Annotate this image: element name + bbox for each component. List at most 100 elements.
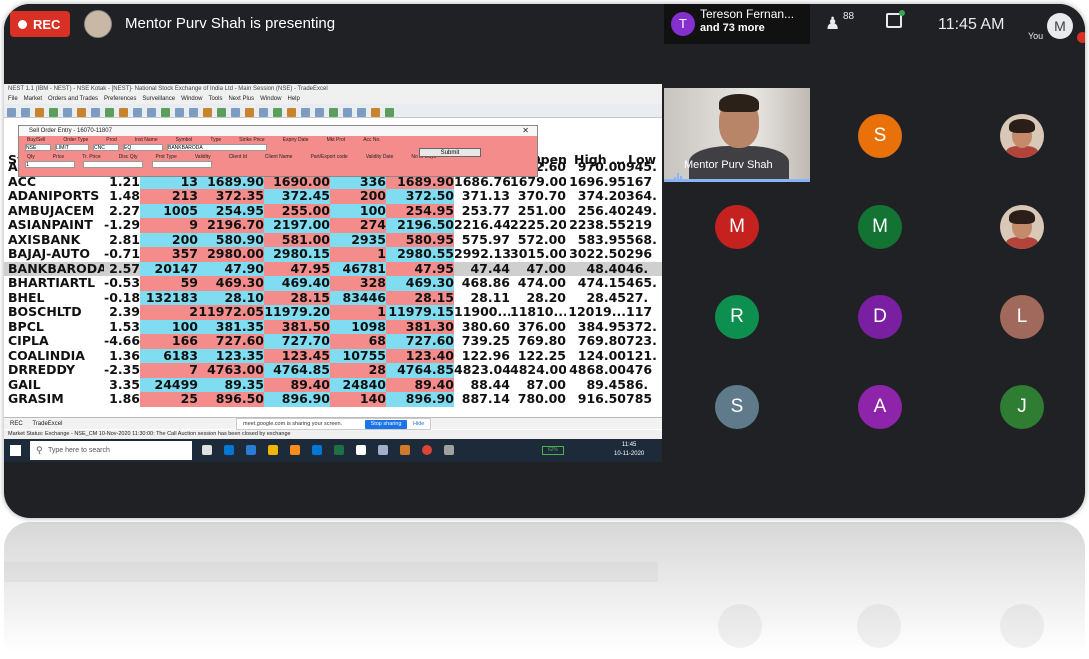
table-row[interactable]: BOSCHLTD 2.39 2 11972.05 11979.20 1 11979.15 11…: [4, 305, 662, 320]
dialog-field[interactable]: BANKBARODA: [167, 144, 267, 151]
toolbar-icon[interactable]: [7, 108, 16, 117]
app-menu-item[interactable]: Surveillance: [142, 96, 175, 102]
app-menu-item[interactable]: Window: [181, 96, 202, 102]
table-row[interactable]: ADANIPORTS 1.48 213 372.35 372.45 200 372.50 37…: [4, 189, 662, 204]
windows-start-icon[interactable]: [10, 445, 21, 456]
table-row[interactable]: BANKBARODA 2.57 20147 47.90 47.95 46781 47.95 4…: [4, 261, 662, 276]
participant-photo[interactable]: [1000, 114, 1044, 158]
sheet-tab-tradeexcel[interactable]: TradeExcel: [32, 421, 62, 427]
store-icon[interactable]: [356, 445, 366, 455]
participant-avatar[interactable]: M: [858, 205, 902, 249]
app-menu-item[interactable]: Window: [260, 96, 281, 102]
toolbar-icon[interactable]: [147, 108, 156, 117]
dialog-field[interactable]: LIMIT: [55, 144, 89, 151]
participants-card[interactable]: T Tereson Fernan... and 73 more: [664, 4, 810, 44]
trigger-price-field[interactable]: [151, 161, 212, 168]
toolbar-icon[interactable]: [217, 108, 226, 117]
toolbar-icon[interactable]: [371, 108, 380, 117]
vlc-icon[interactable]: [400, 445, 410, 455]
table-cell-ap: 727.70: [264, 334, 330, 349]
qty-field[interactable]: 1: [25, 161, 75, 168]
app-menu-item[interactable]: File: [8, 96, 18, 102]
table-row[interactable]: AXISBANK 2.81 200 580.90 581.00 2935 580.95 575…: [4, 232, 662, 247]
participant-avatar[interactable]: S: [715, 385, 759, 429]
toolbar-icon[interactable]: [133, 108, 142, 117]
dialog-field[interactable]: NSE: [25, 144, 51, 151]
toolbar-icon[interactable]: [357, 108, 366, 117]
participant-avatar[interactable]: J: [1000, 385, 1044, 429]
presenter-tile[interactable]: Mentor Purv Shah: [664, 88, 810, 182]
self-avatar[interactable]: M: [1047, 13, 1073, 39]
participant-avatar[interactable]: R: [715, 295, 759, 339]
app-menu-item[interactable]: Preferences: [104, 96, 136, 102]
toolbar-icon[interactable]: [203, 108, 212, 117]
dialog-field[interactable]: CNC: [93, 144, 119, 151]
stop-sharing-button[interactable]: Stop sharing: [365, 420, 407, 429]
settings-icon[interactable]: [444, 445, 454, 455]
toolbar-icon[interactable]: [105, 108, 114, 117]
table-cell-ap: 381.50: [264, 319, 330, 334]
app-menu-item[interactable]: Market: [24, 96, 42, 102]
edge-icon[interactable]: [224, 445, 234, 455]
toolbar-icon[interactable]: [385, 108, 394, 117]
toolbar-icon[interactable]: [189, 108, 198, 117]
sheet-tab-rec[interactable]: REC: [10, 421, 23, 427]
app-menu-item[interactable]: Tools: [208, 96, 222, 102]
table-row[interactable]: AMBUJACEM 2.27 1005 254.95 255.00 100 254.95 25…: [4, 203, 662, 218]
submit-button[interactable]: Submit: [419, 148, 481, 157]
table-cell-o: 122.96: [461, 348, 510, 363]
people-icon[interactable]: ♟: [825, 14, 840, 34]
participant-avatar[interactable]: A: [858, 385, 902, 429]
taskbar-search[interactable]: Type here to search: [30, 441, 192, 460]
app-menu-item[interactable]: Help: [287, 96, 299, 102]
mail-icon[interactable]: [312, 445, 322, 455]
app-icon[interactable]: [290, 445, 300, 455]
folder-icon[interactable]: [268, 445, 278, 455]
participant-avatar[interactable]: L: [1000, 295, 1044, 339]
toolbar-icon[interactable]: [287, 108, 296, 117]
participant-avatar[interactable]: S: [858, 114, 902, 158]
toolbar-icon[interactable]: [119, 108, 128, 117]
toolbar-icon[interactable]: [77, 108, 86, 117]
task-view-icon[interactable]: [202, 445, 212, 455]
table-row[interactable]: GAIL 3.35 24499 89.35 89.40 24840 89.40 88.44 87…: [4, 377, 662, 392]
participant-avatar[interactable]: D: [858, 295, 902, 339]
calculator-icon[interactable]: [378, 445, 388, 455]
dialog-field[interactable]: EQ: [123, 144, 163, 151]
toolbar-icon[interactable]: [315, 108, 324, 117]
table-row[interactable]: GRASIM 1.86 25 896.50 896.90 140 896.90 887.14 7…: [4, 392, 662, 407]
table-row[interactable]: COALINDIA 1.36 6183 123.35 123.45 10755 123.40…: [4, 348, 662, 363]
table-row[interactable]: ASIANPAINT -1.29 9 2196.70 2197.00 274 2196.50…: [4, 218, 662, 233]
table-row[interactable]: CIPLA -4.66 166 727.60 727.70 68 727.60 739.25 7…: [4, 334, 662, 349]
toolbar-icon[interactable]: [301, 108, 310, 117]
toolbar-icon[interactable]: [49, 108, 58, 117]
toolbar-icon[interactable]: [63, 108, 72, 117]
excel-icon[interactable]: [334, 445, 344, 455]
participant-avatar[interactable]: M: [715, 205, 759, 249]
toolbar-icon[interactable]: [21, 108, 30, 117]
toolbar-icon[interactable]: [175, 108, 184, 117]
toolbar-icon[interactable]: [35, 108, 44, 117]
hide-link[interactable]: Hide: [413, 419, 424, 430]
toolbar-icon[interactable]: [91, 108, 100, 117]
chat-icon[interactable]: [886, 10, 905, 28]
participant-photo[interactable]: [1000, 205, 1044, 249]
table-row[interactable]: BHEL -0.18 132183 28.10 28.15 83446 28.15 28.11…: [4, 290, 662, 305]
toolbar-icon[interactable]: [245, 108, 254, 117]
toolbar-icon[interactable]: [343, 108, 352, 117]
price-field[interactable]: [83, 161, 144, 168]
close-icon[interactable]: ✕: [522, 126, 529, 136]
word-icon[interactable]: [246, 445, 256, 455]
table-row[interactable]: BPCL 1.53 100 381.35 381.50 1098 381.30 380.60 3…: [4, 319, 662, 334]
table-row[interactable]: BAJAJ-AUTO -0.71 357 2980.00 2980.15 1 2980.55…: [4, 247, 662, 262]
toolbar-icon[interactable]: [329, 108, 338, 117]
toolbar-icon[interactable]: [273, 108, 282, 117]
table-row[interactable]: DRREDDY -2.35 7 4763.00 4764.85 28 4764.85 4823…: [4, 363, 662, 378]
toolbar-icon[interactable]: [259, 108, 268, 117]
toolbar-icon[interactable]: [161, 108, 170, 117]
app-menu-item[interactable]: Orders and Trades: [48, 96, 98, 102]
chrome-icon[interactable]: [422, 445, 432, 455]
toolbar-icon[interactable]: [231, 108, 240, 117]
app-menu-item[interactable]: Next Plus: [228, 96, 254, 102]
table-row[interactable]: BHARTIARTL -0.53 59 469.30 469.40 328 469.30 46…: [4, 276, 662, 291]
